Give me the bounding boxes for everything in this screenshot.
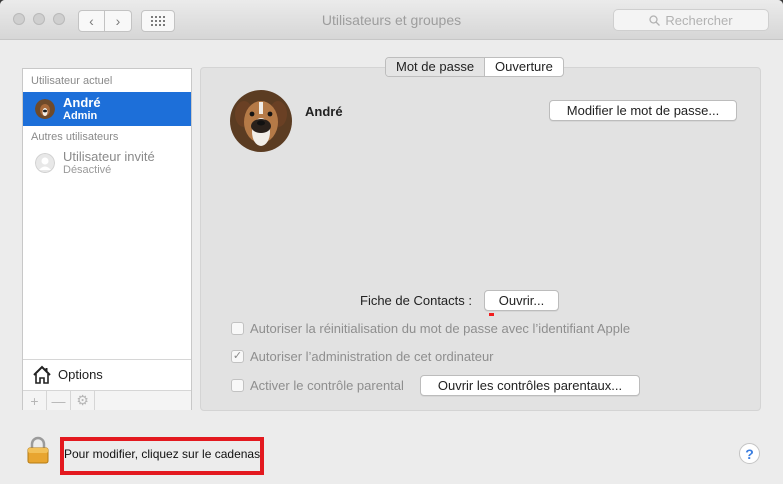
- window: ‹ › Utilisateurs et groupes Rechercher U…: [0, 0, 783, 484]
- checkmark-icon: ✓: [232, 350, 243, 362]
- other-users-header: Autres utilisateurs: [31, 131, 119, 143]
- checkbox-apple-id-reset[interactable]: [231, 322, 244, 335]
- sidebar-item-guest[interactable]: Utilisateur invité Désactivé: [23, 146, 191, 180]
- allow-admin-option[interactable]: ✓ Autoriser l’administration de cet ordi…: [231, 349, 494, 364]
- checkbox-label: Autoriser la réinitialisation du mot de …: [250, 321, 631, 336]
- help-button[interactable]: ?: [739, 443, 760, 464]
- login-options-item[interactable]: Options: [23, 359, 191, 389]
- checkbox-label: Autoriser l’administration de cet ordina…: [250, 349, 494, 364]
- remove-user-button[interactable]: —: [47, 391, 71, 410]
- checkbox-parental-controls[interactable]: [231, 379, 244, 392]
- question-mark-icon: ?: [745, 445, 754, 462]
- avatar: [35, 99, 55, 119]
- lock-message: Pour modifier, cliquez sur le cadenas: [64, 447, 261, 461]
- house-icon: [33, 365, 51, 384]
- search-icon: [649, 14, 661, 26]
- open-parental-controls-button[interactable]: Ouvrir les contrôles parentaux...: [420, 375, 640, 396]
- account-full-name: André: [305, 104, 343, 119]
- tab-bar: Mot de passe Ouverture: [385, 57, 564, 77]
- action-menu-button[interactable]: ⚙: [71, 391, 95, 410]
- user-role: Admin: [63, 109, 98, 122]
- lock-button[interactable]: [27, 436, 49, 467]
- padlock-icon: [27, 436, 49, 464]
- sidebar-toolbar: + — ⚙: [23, 390, 191, 410]
- add-user-button[interactable]: +: [23, 391, 47, 410]
- users-sidebar: Utilisateur actuel André Admin Autres ut…: [22, 68, 192, 410]
- contacts-label: Fiche de Contacts :: [360, 293, 472, 308]
- checkbox-label: Activer le contrôle parental: [250, 378, 404, 393]
- dog-photo: [230, 90, 292, 152]
- plus-icon: +: [30, 392, 39, 409]
- gear-icon: ⚙: [76, 392, 89, 408]
- user-name: André: [63, 94, 101, 110]
- open-contact-button[interactable]: Ouvrir...: [484, 290, 559, 311]
- user-picture[interactable]: [230, 90, 292, 152]
- checkbox-allow-admin[interactable]: ✓: [231, 350, 244, 363]
- tab-login-items[interactable]: Ouverture: [485, 58, 563, 76]
- options-label: Options: [58, 367, 103, 382]
- minus-icon: —: [51, 392, 66, 409]
- sidebar-item-andre[interactable]: André Admin: [23, 92, 191, 126]
- tab-password[interactable]: Mot de passe: [386, 58, 486, 76]
- search-placeholder: Rechercher: [665, 12, 733, 28]
- titlebar: ‹ › Utilisateurs et groupes Rechercher: [0, 0, 783, 40]
- allow-apple-id-reset-option[interactable]: Autoriser la réinitialisation du mot de …: [231, 321, 630, 336]
- guest-status: Désactivé: [63, 163, 112, 176]
- guest-avatar-icon: [35, 153, 55, 173]
- search-field[interactable]: Rechercher: [613, 9, 769, 31]
- parental-controls-option[interactable]: Activer le contrôle parental: [231, 378, 404, 393]
- change-password-button[interactable]: Modifier le mot de passe...: [549, 100, 737, 121]
- guest-name: Utilisateur invité: [63, 148, 155, 164]
- cursor-marker: [489, 313, 494, 316]
- current-user-header: Utilisateur actuel: [31, 75, 113, 87]
